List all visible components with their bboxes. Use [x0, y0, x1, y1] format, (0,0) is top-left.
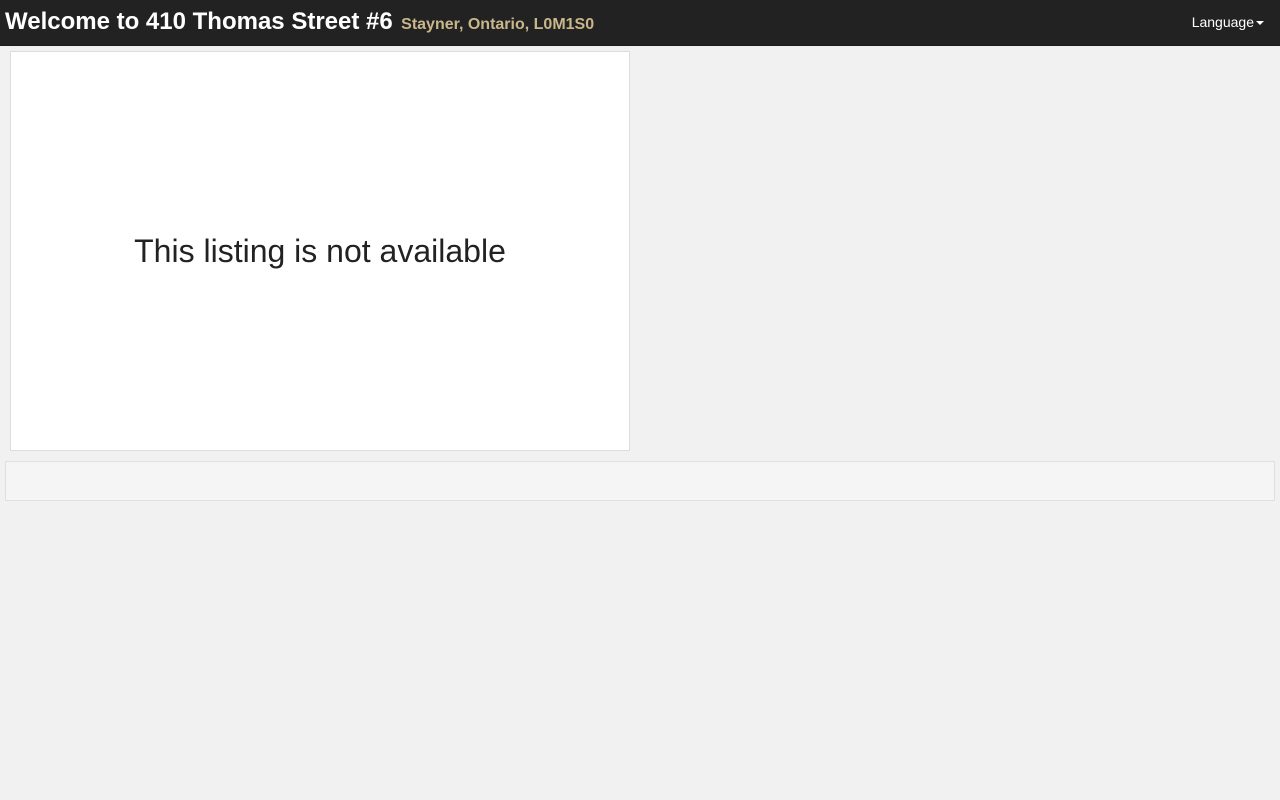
footer-bar — [5, 461, 1275, 501]
top-navbar: Welcome to 410 Thomas Street #6 Stayner,… — [0, 0, 1280, 46]
language-label: Language — [1191, 14, 1254, 30]
page-title: Welcome to 410 Thomas Street #6 — [5, 8, 393, 35]
listing-unavailable-message: This listing is not available — [134, 232, 506, 269]
language-dropdown[interactable]: Language — [1192, 14, 1264, 30]
header-title-group: Welcome to 410 Thomas Street #6 Stayner,… — [5, 8, 594, 36]
address-subtitle: Stayner, Ontario, L0M1S0 — [401, 16, 595, 33]
listing-panel: This listing is not available — [10, 51, 630, 451]
caret-down-icon — [1256, 21, 1264, 26]
